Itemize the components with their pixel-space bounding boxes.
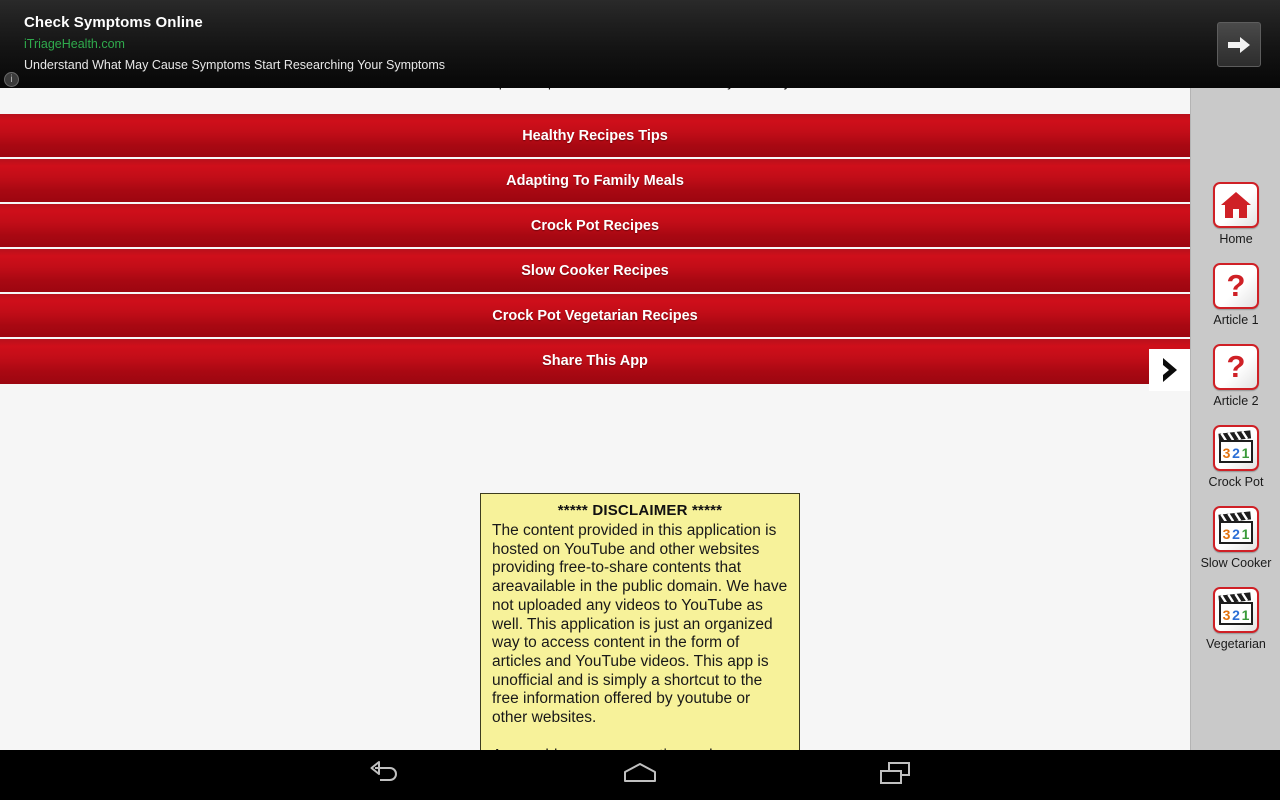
arrow-right-icon <box>1226 35 1252 55</box>
ad-description: Understand What May Cause Symptoms Start… <box>24 58 446 72</box>
sidebar-label-slow-cooker: Slow Cooker <box>1200 556 1272 570</box>
home-icon <box>621 761 659 790</box>
sidebar-label-vegetarian: Vegetarian <box>1206 637 1266 651</box>
menu-item-crock-pot-recipes[interactable]: Crock Pot Recipes <box>0 204 1190 249</box>
disclaimer-title: ***** DISCLAIMER ***** <box>557 502 723 519</box>
svg-text:1: 1 <box>1242 607 1250 623</box>
clapperboard-321-icon: 3 2 1 <box>1213 425 1259 471</box>
sidebar-item-crock-pot[interactable]: 3 2 1 Crock Pot <box>1191 425 1280 489</box>
sidebar-label-home: Home <box>1219 232 1253 246</box>
menu-item-healthy-recipes-tips[interactable]: Healthy Recipes Tips <box>0 114 1190 159</box>
clapperboard-321-icon: 3 2 1 <box>1213 587 1259 633</box>
disclaimer-card: ***** DISCLAIMER ***** The content provi… <box>480 493 800 750</box>
sidebar-toggle-tab[interactable] <box>1149 349 1190 391</box>
ad-url: iTriageHealth.com <box>24 37 125 51</box>
ad-banner[interactable]: Check Symptoms Online iTriageHealth.com … <box>0 0 1280 88</box>
svg-text:?: ? <box>1227 269 1246 303</box>
svg-text:?: ? <box>1227 350 1246 384</box>
sidebar-item-article-1[interactable]: ? Article 1 <box>1191 263 1280 327</box>
sidebar-label-crock-pot: Crock Pot <box>1208 475 1264 489</box>
question-mark-icon: ? <box>1213 263 1259 309</box>
svg-text:3: 3 <box>1223 445 1231 461</box>
ad-info-icon[interactable]: i <box>4 72 19 87</box>
home-button[interactable] <box>585 750 695 800</box>
recent-apps-icon <box>878 760 912 791</box>
sidebar-item-home[interactable]: Home <box>1191 182 1280 246</box>
back-button[interactable] <box>330 750 440 800</box>
recents-button[interactable] <box>840 750 950 800</box>
sidebar-label-article-2: Article 2 <box>1213 394 1259 408</box>
marquee-strip: of HSS learn how to adapt crock pot and … <box>0 88 1190 114</box>
menu-item-crock-pot-vegetarian-recipes[interactable]: Crock Pot Vegetarian Recipes <box>0 294 1190 339</box>
svg-text:2: 2 <box>1232 445 1240 461</box>
home-icon <box>1213 182 1259 228</box>
svg-text:2: 2 <box>1232 607 1240 623</box>
question-mark-icon: ? <box>1213 344 1259 390</box>
ad-title: Check Symptoms Online <box>24 14 203 31</box>
disclaimer-body: The content provided in this application… <box>492 522 788 750</box>
sidebar-label-article-1: Article 1 <box>1213 313 1259 327</box>
menu-item-slow-cooker-recipes[interactable]: Slow Cooker Recipes <box>0 249 1190 294</box>
clapperboard-321-icon: 3 2 1 <box>1213 506 1259 552</box>
disclaimer-paragraph-1: The content provided in this application… <box>492 522 788 727</box>
ad-cta-button[interactable] <box>1217 22 1261 67</box>
right-sidebar: Home ? Article 1 ? Article 2 3 2 1 Crock… <box>1190 88 1280 750</box>
svg-text:3: 3 <box>1223 607 1231 623</box>
ad-info-glyph: i <box>10 73 13 85</box>
svg-text:1: 1 <box>1242 445 1250 461</box>
app-content: of HSS learn how to adapt crock pot and … <box>0 88 1190 750</box>
svg-text:1: 1 <box>1242 526 1250 542</box>
menu-item-adapting-to-family-meals[interactable]: Adapting To Family Meals <box>0 159 1190 204</box>
sidebar-item-slow-cooker[interactable]: 3 2 1 Slow Cooker <box>1191 506 1280 570</box>
chevron-right-icon <box>1158 355 1182 385</box>
sidebar-item-article-2[interactable]: ? Article 2 <box>1191 344 1280 408</box>
android-navigation-bar <box>0 750 1280 800</box>
menu-item-share-this-app[interactable]: Share This App <box>0 339 1190 384</box>
svg-text:3: 3 <box>1223 526 1231 542</box>
menu-list: Healthy Recipes Tips Adapting To Family … <box>0 114 1190 384</box>
back-icon <box>368 760 402 790</box>
sidebar-item-vegetarian[interactable]: 3 2 1 Vegetarian <box>1191 587 1280 651</box>
svg-text:2: 2 <box>1232 526 1240 542</box>
marquee-text: of HSS learn how to adapt crock pot and … <box>0 88 1190 90</box>
android-screen: Check Symptoms Online iTriageHealth.com … <box>0 0 1280 800</box>
